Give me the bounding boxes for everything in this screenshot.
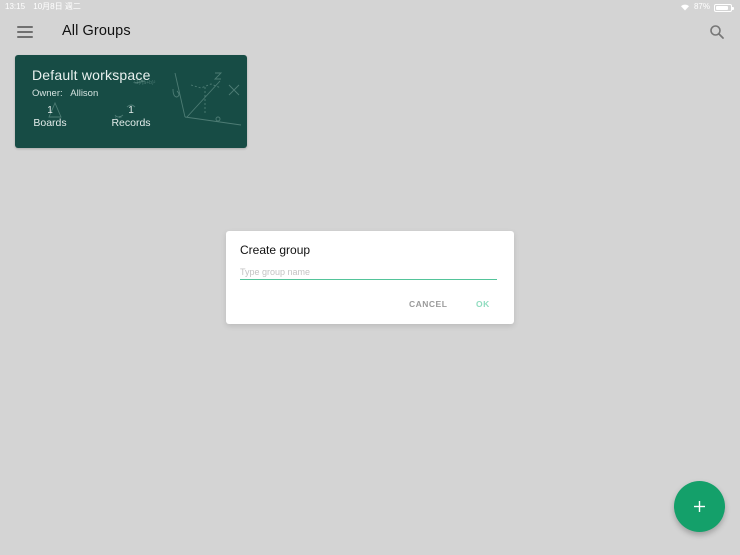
battery-fill [716,5,729,10]
wifi-icon [680,4,689,11]
status-bar: 13:15 10月8日 週二 87% [0,0,740,14]
boards-label: Boards [33,117,67,129]
boards-stat: 1 Boards [32,105,68,129]
records-count: 1 [128,105,134,116]
status-left: 13:15 10月8日 週二 [5,0,87,14]
ok-button[interactable]: OK [476,299,490,309]
create-group-dialog: Create group CANCEL OK [226,231,514,324]
workspace-title: Default workspace [32,67,151,83]
add-group-button[interactable] [674,481,725,532]
hamburger-menu-icon[interactable] [17,26,33,38]
records-stat: 1 Records [110,105,152,129]
workspace-owner: Owner: Allison [32,88,98,99]
cancel-button[interactable]: CANCEL [409,299,447,309]
battery-percent: 87% [693,2,710,11]
records-label: Records [111,117,151,129]
status-date: 10月8日 週二 [33,2,81,11]
search-icon[interactable] [709,24,725,40]
owner-name: Allison [70,88,99,99]
workspace-card[interactable]: a²b +1)/(a+b)² c = Default workspace Own… [15,55,247,148]
owner-label: Owner: [32,88,63,99]
status-time: 13:15 [5,2,26,11]
dialog-title: Create group [240,243,311,257]
battery-icon [714,3,734,12]
group-name-input[interactable] [240,264,497,280]
boards-count: 1 [47,105,53,116]
app-bar: All Groups [0,14,740,50]
page-title: All Groups [62,23,131,39]
plus-icon [694,501,705,512]
status-right: 87% [680,0,734,14]
